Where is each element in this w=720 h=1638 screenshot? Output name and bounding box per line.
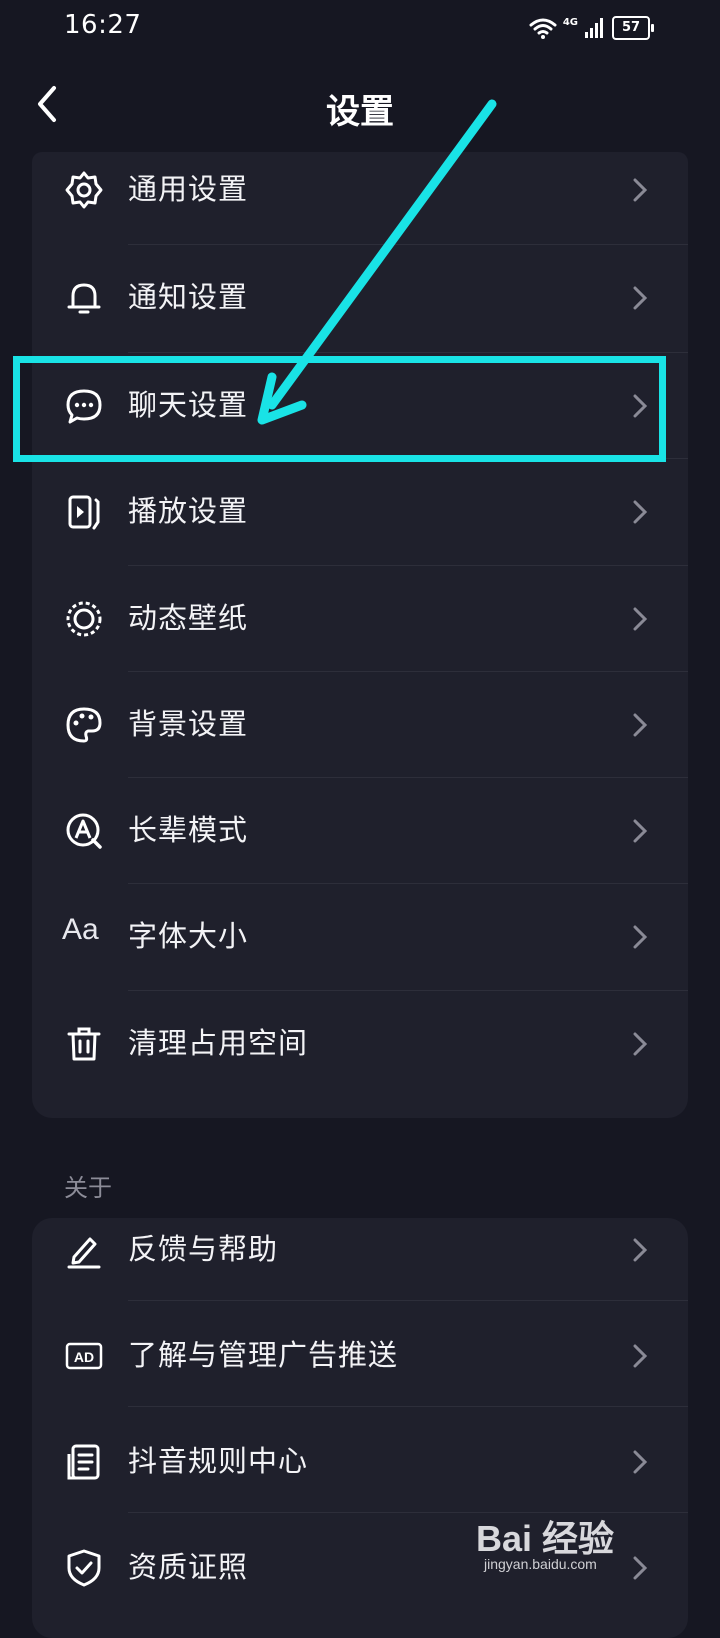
- divider: [128, 1406, 688, 1407]
- settings-item-playback[interactable]: 播放设置: [32, 458, 688, 566]
- status-time: 16:27: [64, 10, 142, 40]
- font-size-icon: Aa: [62, 913, 99, 946]
- settings-item-notifications[interactable]: 通知设置: [32, 244, 688, 352]
- live-wallpaper-icon: [64, 599, 104, 639]
- chevron-right-icon: [633, 394, 648, 418]
- palette-icon: [64, 705, 104, 745]
- chevron-right-icon: [633, 1450, 648, 1474]
- chevron-right-icon: [633, 1032, 648, 1056]
- watermark-url: jingyan.baidu.com: [484, 1556, 597, 1572]
- chevron-right-icon: [633, 819, 648, 843]
- chevron-right-icon: [633, 1344, 648, 1368]
- settings-item-label: 播放设置: [128, 494, 249, 528]
- chat-bubble-icon: [64, 386, 104, 426]
- about-item-rules-center[interactable]: 抖音规则中心: [32, 1408, 688, 1516]
- status-bar: 16:27 4G 57: [0, 0, 720, 60]
- status-icons: 4G 57: [529, 14, 654, 42]
- settings-item-background[interactable]: 背景设置: [32, 671, 688, 779]
- trash-icon: [64, 1024, 104, 1064]
- about-item-ads[interactable]: AD 了解与管理广告推送: [32, 1302, 688, 1410]
- about-item-feedback[interactable]: 反馈与帮助: [32, 1196, 688, 1304]
- settings-item-font-size[interactable]: Aa 字体大小: [32, 883, 688, 991]
- about-item-label: 反馈与帮助: [128, 1232, 279, 1266]
- settings-item-live-wallpaper[interactable]: 动态壁纸: [32, 565, 688, 673]
- gear-icon: [64, 170, 104, 210]
- chevron-right-icon: [633, 178, 648, 202]
- settings-item-label: 通用设置: [128, 172, 249, 206]
- network-type: 4G: [562, 16, 578, 28]
- elder-mode-icon: [64, 811, 104, 851]
- pen-icon: [64, 1230, 104, 1270]
- settings-item-label: 字体大小: [128, 919, 249, 953]
- settings-item-label: 动态壁纸: [128, 601, 249, 635]
- chevron-right-icon: [633, 1238, 648, 1262]
- chevron-right-icon: [633, 713, 648, 737]
- watermark: Bai 经验 jingyan.baidu.com: [476, 1510, 676, 1580]
- about-item-label: 抖音规则中心: [128, 1444, 309, 1478]
- settings-item-label: 通知设置: [128, 280, 249, 314]
- chevron-right-icon: [633, 607, 648, 631]
- settings-item-elder-mode[interactable]: 长辈模式: [32, 777, 688, 885]
- settings-group: 通用设置 通知设置 聊天设置 播放设置 动态壁纸 背景设置 长辈模式 Aa 字体…: [32, 152, 688, 1118]
- watermark-logo: Bai 经验: [476, 1518, 615, 1559]
- chevron-right-icon: [633, 286, 648, 310]
- wifi-icon: [529, 18, 557, 39]
- settings-item-label: 清理占用空间: [128, 1026, 309, 1060]
- shield-check-icon: [64, 1548, 104, 1588]
- svg-text:AD: AD: [74, 1349, 94, 1365]
- settings-item-chat[interactable]: 聊天设置: [32, 352, 688, 460]
- settings-item-label: 背景设置: [128, 707, 249, 741]
- document-icon: [64, 1442, 104, 1482]
- divider: [128, 1300, 688, 1301]
- settings-item-general[interactable]: 通用设置: [32, 136, 688, 244]
- page-title: 设置: [326, 92, 394, 132]
- bell-icon: [64, 278, 104, 318]
- ad-icon: AD: [64, 1336, 104, 1376]
- about-item-label: 资质证照: [128, 1550, 249, 1584]
- settings-item-label: 长辈模式: [128, 813, 249, 847]
- chevron-right-icon: [633, 925, 648, 949]
- chevron-right-icon: [633, 500, 648, 524]
- signal-icon: [585, 18, 603, 38]
- play-screen-icon: [64, 492, 104, 532]
- about-item-label: 了解与管理广告推送: [128, 1338, 399, 1372]
- settings-item-clear-storage[interactable]: 清理占用空间: [32, 990, 688, 1098]
- battery-indicator: 57: [612, 16, 654, 40]
- settings-item-label: 聊天设置: [128, 388, 249, 422]
